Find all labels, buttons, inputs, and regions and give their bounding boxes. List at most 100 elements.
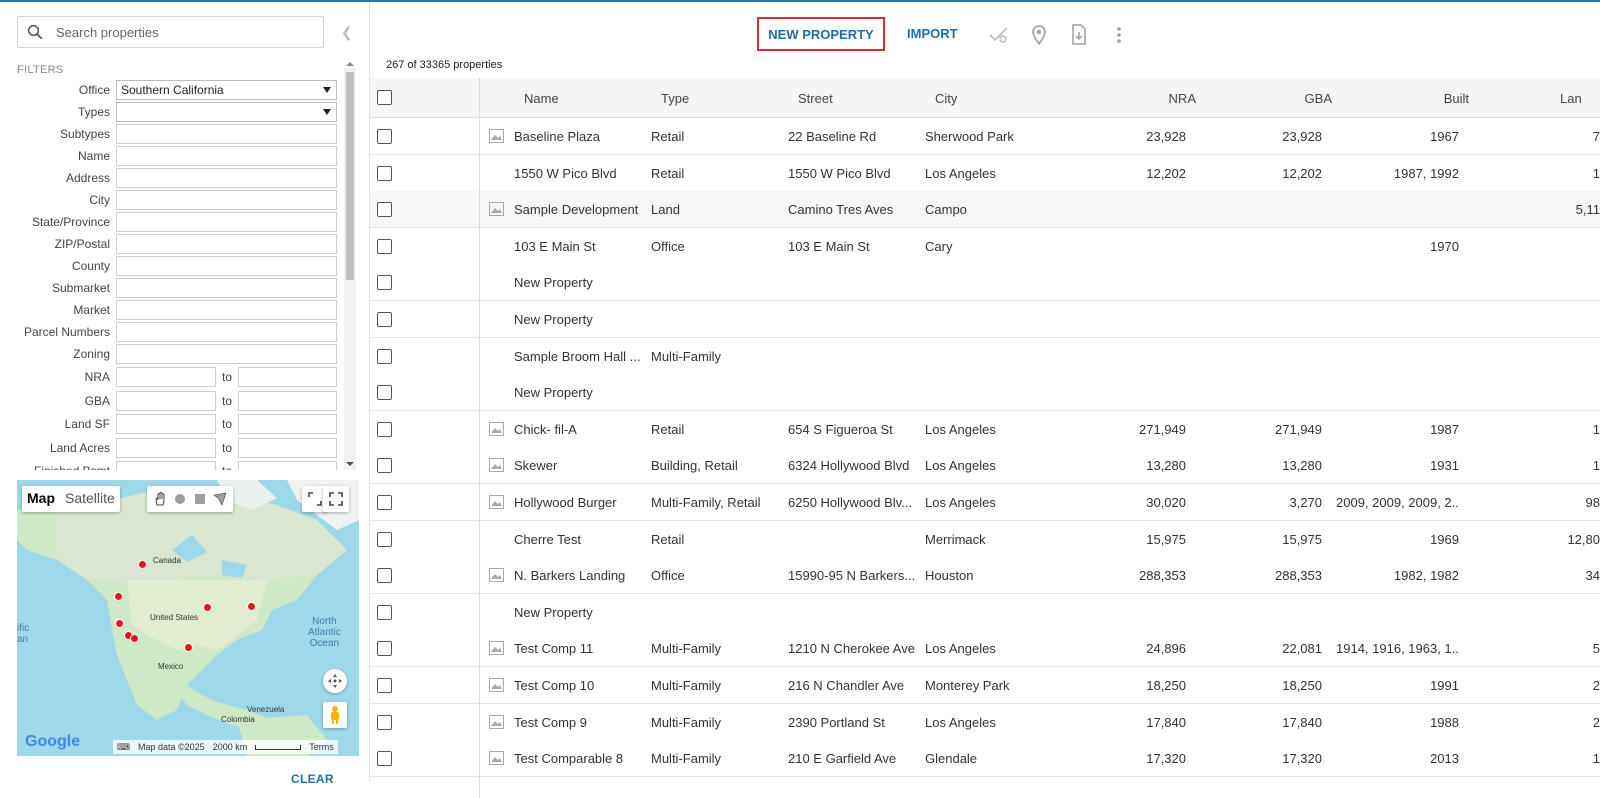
table-row[interactable]: Hollywood Burger Multi-Family, Retail 6250… [370, 484, 1600, 521]
header-gba[interactable]: GBA [1226, 91, 1332, 106]
header-type[interactable]: Type [661, 91, 689, 106]
scroll-up-icon[interactable] [346, 62, 354, 66]
filter-input[interactable] [116, 124, 337, 144]
filter-input[interactable] [116, 322, 337, 342]
map-camera-control-icon[interactable] [323, 669, 347, 693]
map-pin[interactable] [138, 560, 147, 569]
range-max-input[interactable] [238, 437, 337, 458]
table-row[interactable]: N. Barkers Landing Office 15990-95 N Barke… [370, 557, 1600, 595]
range-max-input[interactable] [238, 414, 337, 434]
map-pin[interactable] [184, 643, 193, 652]
row-checkbox[interactable] [377, 312, 392, 327]
more-vert-icon[interactable] [1107, 23, 1131, 47]
table-row[interactable]: 103 E Main St Office 103 E Main St Cary 1970 [370, 227, 1600, 265]
row-checkbox[interactable] [377, 495, 392, 510]
filter-input[interactable] [116, 190, 337, 210]
range-min-input[interactable] [116, 414, 216, 434]
scroll-down-icon[interactable] [346, 462, 354, 466]
visibility-off-icon[interactable] [987, 23, 1011, 47]
row-checkbox[interactable] [377, 751, 392, 767]
header-name[interactable]: Name [524, 91, 559, 106]
circle-draw-icon[interactable] [173, 492, 187, 506]
map-pin[interactable] [247, 602, 256, 611]
range-min-input[interactable] [116, 437, 216, 458]
row-checkbox[interactable] [377, 421, 392, 437]
row-checkbox[interactable] [377, 458, 392, 474]
row-checkbox[interactable] [377, 678, 392, 693]
table-row[interactable]: Sample Broom Hall ... Multi-Family [370, 337, 1600, 375]
row-checkbox[interactable] [377, 604, 392, 620]
row-checkbox[interactable] [377, 129, 392, 144]
map-tab[interactable]: Map [22, 486, 60, 512]
row-checkbox[interactable] [377, 714, 392, 730]
table-row[interactable]: Test Comp 10 Multi-Family 216 N Chandler A… [370, 667, 1600, 704]
hand-pan-icon[interactable] [153, 492, 167, 506]
table-row[interactable]: Test Comp 11 Multi-Family 1210 N Cherokee … [370, 630, 1600, 668]
table-row[interactable]: Skewer Building, Retail 6324 Hollywood Blv… [370, 447, 1600, 485]
polygon-draw-icon[interactable] [213, 492, 227, 506]
header-street[interactable]: Street [798, 91, 833, 106]
new-property-button[interactable]: NEW PROPERTY [757, 17, 885, 51]
row-checkbox[interactable] [377, 531, 392, 547]
filter-input[interactable] [116, 278, 337, 298]
filter-input[interactable] [116, 256, 337, 276]
row-checkbox[interactable] [377, 202, 392, 218]
search-input[interactable] [56, 24, 296, 40]
rectangle-draw-icon[interactable] [193, 492, 207, 506]
filter-input[interactable] [116, 212, 337, 232]
import-button[interactable]: IMPORT [907, 26, 958, 41]
filter-input[interactable] [116, 300, 337, 320]
table-row[interactable]: New Property [370, 264, 1600, 302]
range-min-input[interactable] [116, 367, 216, 387]
types-select[interactable] [116, 102, 337, 122]
table-row[interactable]: 1550 W Pico Blvd Retail 1550 W Pico Blvd Lo… [370, 154, 1600, 192]
keyboard-icon[interactable]: ⌨ [117, 742, 130, 753]
map-pin[interactable] [114, 592, 123, 601]
table-row[interactable]: Sample Development Land Camino Tres Aves Ca… [370, 191, 1600, 229]
terms-link[interactable]: Terms [309, 742, 334, 752]
collapse-sidebar-icon[interactable]: ❮ [341, 24, 353, 41]
filter-input[interactable] [116, 146, 337, 166]
range-max-input[interactable] [238, 367, 337, 387]
table-row[interactable]: New Property [370, 301, 1600, 338]
row-checkbox[interactable] [377, 385, 392, 401]
range-min-input[interactable] [116, 461, 216, 470]
row-checkbox[interactable] [377, 238, 392, 254]
range-max-input[interactable] [238, 461, 337, 470]
header-city[interactable]: City [935, 91, 957, 106]
filter-input[interactable] [116, 168, 337, 188]
map-pin[interactable] [203, 603, 212, 612]
property-map[interactable]: Map Satellite Canada United States Mexic… [17, 480, 359, 756]
table-row[interactable]: Cherre Test Retail Merrimack 15,975 15,975 19… [370, 520, 1600, 558]
map-pin[interactable] [130, 634, 139, 643]
filters-scrollbar[interactable] [344, 62, 356, 470]
header-land[interactable]: Lan [1560, 91, 1582, 106]
range-max-input[interactable] [238, 390, 337, 411]
table-row[interactable]: Chick- fil-A Retail 654 S Figueroa St Los A… [370, 410, 1600, 448]
table-row[interactable]: Test Comparable 8 Multi-Family 210 E Garfi… [370, 740, 1600, 778]
clear-filters-button[interactable]: CLEAR [291, 772, 334, 786]
row-checkbox[interactable] [377, 165, 392, 181]
table-row[interactable]: New Property [370, 593, 1600, 631]
office-select[interactable]: Southern California [116, 80, 337, 100]
scrollbar-thumb[interactable] [346, 72, 354, 280]
filter-input[interactable] [116, 234, 337, 254]
table-row[interactable]: New Property [370, 374, 1600, 412]
row-checkbox[interactable] [377, 568, 392, 584]
row-checkbox[interactable] [377, 641, 392, 657]
header-built[interactable]: Built [1363, 91, 1469, 106]
range-min-input[interactable] [116, 390, 216, 411]
select-all-checkbox[interactable] [377, 90, 392, 105]
download-icon[interactable] [1067, 23, 1091, 47]
row-checkbox[interactable] [377, 348, 392, 364]
map-scale-text[interactable]: 2000 km [213, 742, 248, 752]
fullscreen-icon[interactable] [323, 486, 349, 512]
map-pin[interactable] [115, 619, 124, 628]
satellite-tab[interactable]: Satellite [60, 486, 120, 512]
table-row[interactable]: Test Comp 9 Multi-Family 2390 Portland St L… [370, 703, 1600, 741]
header-nra[interactable]: NRA [1090, 91, 1196, 106]
street-view-pegman-icon[interactable] [323, 702, 347, 728]
row-checkbox[interactable] [377, 275, 392, 291]
map-pin-icon[interactable] [1027, 23, 1051, 47]
search-box[interactable] [17, 16, 324, 48]
